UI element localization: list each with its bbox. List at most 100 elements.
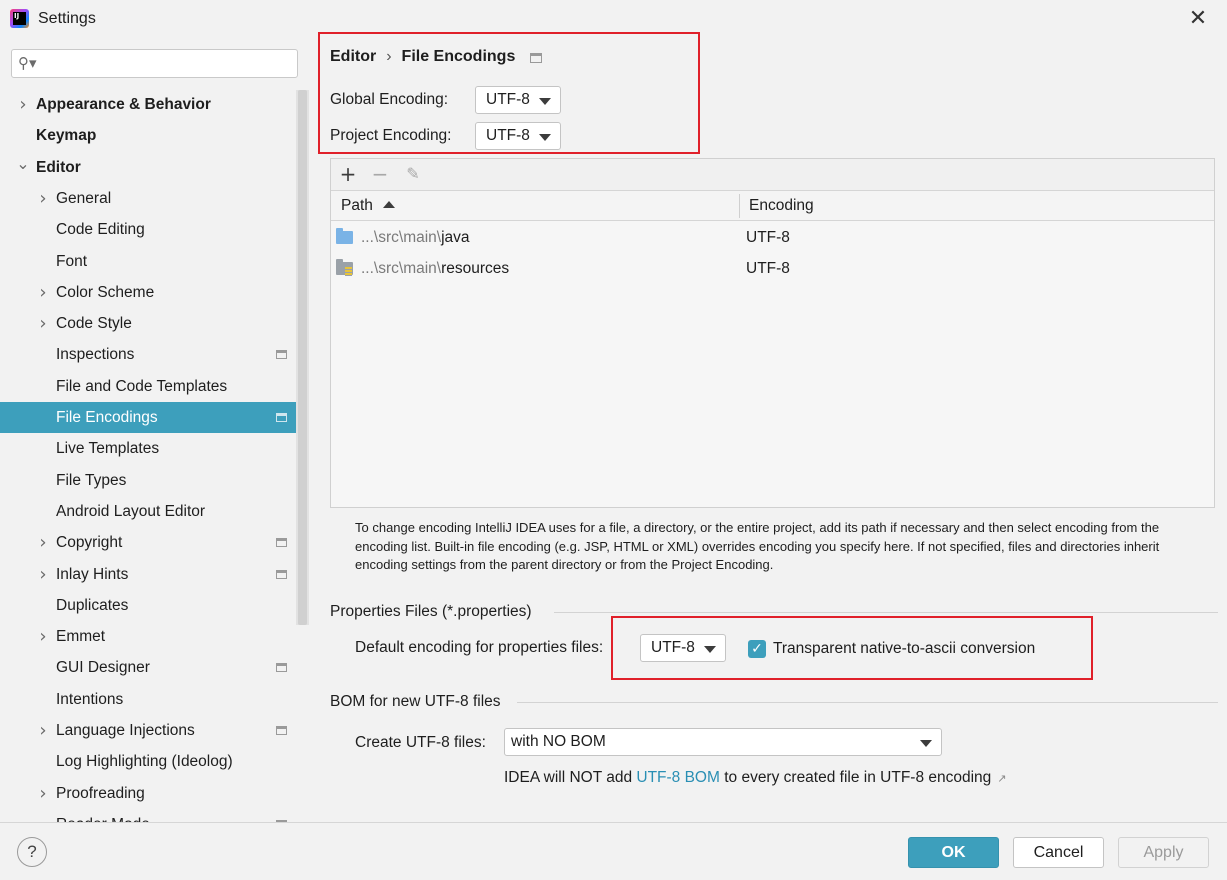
- sidebar-item-editor[interactable]: ⌄ Editor: [0, 152, 296, 183]
- encoding-help-text: To change encoding IntelliJ IDEA uses fo…: [355, 520, 1160, 572]
- sidebar-item-reader-mode[interactable]: Reader Mode: [0, 809, 296, 822]
- edit-pencil-icon[interactable]: ✎: [402, 163, 424, 185]
- sidebar-item-label: Copyright: [56, 534, 123, 552]
- bom-note: IDEA will NOT add UTF-8 BOM to every cre…: [504, 769, 1007, 787]
- row-encoding[interactable]: UTF-8: [746, 222, 790, 253]
- sidebar-item-label: Language Injections: [56, 722, 195, 739]
- chevron-down-icon[interactable]: ⌄: [16, 148, 30, 179]
- sidebar-item-label: Editor: [36, 158, 81, 176]
- sidebar-item-code-editing[interactable]: Code Editing: [0, 214, 296, 245]
- sort-ascending-icon: [382, 201, 395, 208]
- sidebar-item-label: Code Style: [56, 315, 132, 333]
- sidebar-item-label: Android Layout Editor: [56, 502, 206, 520]
- sidebar-item-label: Color Scheme: [56, 283, 155, 301]
- intellij-logo-icon: IJ: [10, 9, 29, 28]
- chevron-right-icon[interactable]: ›: [36, 527, 50, 558]
- project-level-icon: [276, 413, 287, 422]
- sidebar-item-duplicates[interactable]: Duplicates: [0, 590, 296, 621]
- sidebar-item-label: Code Editing: [56, 221, 145, 239]
- chevron-right-icon[interactable]: ›: [36, 308, 50, 339]
- sidebar-item-emmet[interactable]: › Emmet: [0, 621, 296, 652]
- sidebar-item-code-style[interactable]: › Code Style: [0, 308, 296, 339]
- dropdown-arrow-icon: [920, 740, 932, 747]
- search-box[interactable]: ⚲▾: [11, 49, 298, 78]
- properties-default-label: Default encoding for properties files:: [355, 639, 604, 656]
- settings-sidebar: ⚲▾ › Appearance & Behavior Keymap ⌄ Editor › G…: [0, 40, 309, 822]
- sidebar-item-label: Intentions: [56, 690, 124, 708]
- create-utf8-label: Create UTF-8 files:: [355, 734, 486, 751]
- create-utf8-value: with NO BOM: [511, 733, 606, 750]
- bom-note-prefix: IDEA will NOT add: [504, 769, 637, 786]
- sidebar-item-label: Font: [56, 252, 88, 270]
- path-name: java: [441, 229, 470, 246]
- sidebar-item-language-injections[interactable]: › Language Injections: [0, 715, 296, 746]
- chevron-right-icon[interactable]: ›: [36, 277, 50, 308]
- sidebar-item-color-scheme[interactable]: › Color Scheme: [0, 277, 296, 308]
- project-level-icon: [276, 726, 287, 735]
- add-icon[interactable]: +: [337, 163, 359, 185]
- project-level-icon: [276, 569, 287, 579]
- table-row[interactable]: ...\src\main\resources UTF-8: [331, 253, 1214, 284]
- chevron-right-icon[interactable]: ›: [36, 183, 50, 214]
- search-input[interactable]: [44, 53, 284, 73]
- chevron-right-icon[interactable]: ›: [36, 715, 50, 746]
- sidebar-item-file-encodings[interactable]: File Encodings: [0, 402, 309, 433]
- external-link-icon[interactable]: ↗: [997, 772, 1006, 785]
- sidebar-scrollbar[interactable]: [296, 90, 309, 625]
- sidebar-item-label: GUI Designer: [56, 659, 150, 677]
- close-icon[interactable]: ✕: [1185, 6, 1211, 32]
- sidebar-item-label: Inlay Hints: [56, 565, 129, 583]
- file-encodings-panel: Editor › File Encodings Global Encoding: U…: [309, 32, 1227, 822]
- table-header: Path Encoding: [331, 191, 1214, 221]
- sidebar-item-live-templates[interactable]: Live Templates: [0, 433, 296, 464]
- column-header-path[interactable]: Path: [341, 191, 395, 221]
- scrollbar-thumb[interactable]: [298, 90, 307, 625]
- resources-folder-icon: [336, 259, 353, 276]
- help-button[interactable]: ?: [17, 837, 47, 867]
- sidebar-item-android-layout-editor[interactable]: Android Layout Editor: [0, 496, 296, 527]
- source-folder-icon: [336, 228, 353, 244]
- path-encoding-table: + − ✎ Path Encoding ...\src\main\java UT…: [330, 158, 1215, 508]
- sidebar-item-label: Live Templates: [56, 440, 160, 458]
- highlight-box-encodings: [318, 32, 700, 154]
- path-prefix: ...\src\main\: [361, 260, 442, 277]
- sidebar-item-intentions[interactable]: Intentions: [0, 684, 296, 715]
- table-row[interactable]: ...\src\main\java UTF-8: [331, 222, 1214, 253]
- create-utf8-select[interactable]: with NO BOM: [504, 728, 942, 756]
- dialog-footer: ? OK Cancel Apply: [0, 822, 1227, 880]
- sidebar-item-general[interactable]: › General: [0, 183, 296, 214]
- sidebar-item-gui-designer[interactable]: GUI Designer: [0, 652, 296, 683]
- project-level-icon: [276, 350, 287, 360]
- apply-button[interactable]: Apply: [1118, 837, 1209, 868]
- ok-button[interactable]: OK: [908, 837, 999, 868]
- remove-icon[interactable]: −: [369, 163, 391, 185]
- sidebar-item-inlay-hints[interactable]: › Inlay Hints: [0, 559, 296, 590]
- search-icon: ⚲▾: [18, 54, 37, 72]
- sidebar-item-file-types[interactable]: File Types: [0, 465, 296, 496]
- column-divider[interactable]: [739, 194, 740, 218]
- sidebar-item-inspections[interactable]: Inspections: [0, 339, 296, 370]
- sidebar-item-copyright[interactable]: › Copyright: [0, 527, 296, 558]
- sidebar-item-appearance-behavior[interactable]: › Appearance & Behavior: [0, 89, 296, 120]
- sidebar-item-label: File Encodings: [56, 409, 158, 426]
- cancel-button[interactable]: Cancel: [1013, 837, 1104, 868]
- sidebar-item-file-and-code-templates[interactable]: File and Code Templates: [0, 371, 296, 402]
- sidebar-item-log-highlighting-ideolog[interactable]: Log Highlighting (Ideolog): [0, 746, 296, 777]
- chevron-right-icon[interactable]: ›: [16, 89, 30, 120]
- sidebar-item-proofreading[interactable]: › Proofreading: [0, 778, 296, 809]
- sidebar-item-label: Reader Mode: [56, 809, 150, 822]
- sidebar-item-label: Duplicates: [56, 596, 129, 614]
- bom-note-suffix: to every created file in UTF-8 encoding: [719, 769, 992, 786]
- path-name: resources: [441, 260, 510, 277]
- sidebar-item-keymap[interactable]: Keymap: [0, 120, 296, 151]
- chevron-right-icon[interactable]: ›: [36, 621, 50, 652]
- sidebar-item-font[interactable]: Font: [0, 246, 296, 277]
- sidebar-item-label: Inspections: [56, 346, 135, 364]
- sidebar-item-label: Keymap: [36, 127, 97, 145]
- chevron-right-icon[interactable]: ›: [36, 559, 50, 590]
- row-encoding[interactable]: UTF-8: [746, 253, 790, 284]
- sidebar-item-label: Log Highlighting (Ideolog): [56, 753, 233, 771]
- utf8-bom-link[interactable]: UTF-8 BOM: [636, 769, 720, 786]
- chevron-right-icon[interactable]: ›: [36, 778, 50, 809]
- column-header-encoding[interactable]: Encoding: [749, 191, 814, 221]
